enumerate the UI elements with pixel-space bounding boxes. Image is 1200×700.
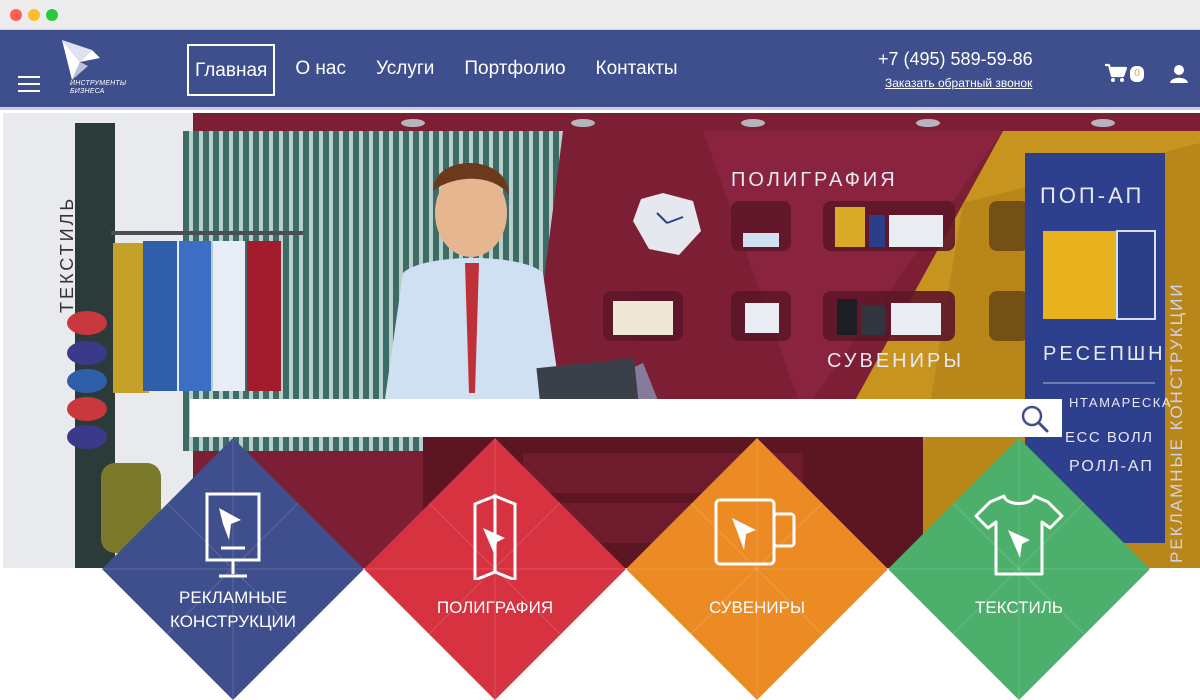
cart-button[interactable]: 0: [1104, 63, 1144, 83]
nav-item-contacts[interactable]: Контакты: [596, 44, 678, 96]
hero-word-souvenirs: СУВЕНИРЫ: [827, 350, 965, 372]
billboard-icon: [205, 492, 261, 578]
main-nav: Главная О нас Услуги Портфолио Контакты: [187, 44, 708, 96]
brand-logo[interactable]: ИНСТРУМЕНТЫ БИЗНЕСА: [58, 36, 158, 100]
category-souvenirs[interactable]: СУВЕНИРЫ: [626, 438, 888, 700]
user-account-button[interactable]: [1169, 64, 1189, 84]
logo-text: ИНСТРУМЕНТЫ БИЗНЕСА: [70, 80, 127, 95]
phone-number[interactable]: +7 (495) 589-59-86: [878, 49, 1033, 70]
hero-word-polygraphy: ПОЛИГРАФИЯ: [731, 169, 898, 191]
category-textile[interactable]: ТЕКСТИЛЬ: [888, 438, 1150, 700]
category-label: СУВЕНИРЫ: [708, 598, 806, 617]
window-minimize-button[interactable]: [28, 9, 40, 21]
search-input[interactable]: [190, 399, 1010, 437]
user-icon: [1170, 65, 1188, 83]
nav-item-portfolio[interactable]: Портфолио: [464, 44, 565, 96]
window-maximize-button[interactable]: [46, 9, 58, 21]
origami-bird-icon: [62, 40, 100, 80]
hero-word-textile: ТЕКСТИЛЬ: [57, 195, 77, 313]
browser-titlebar: [0, 0, 1200, 30]
tshirt-icon: [974, 494, 1064, 576]
booklet-icon: [473, 493, 517, 580]
site-header: ИНСТРУМЕНТЫ БИЗНЕСА Главная О нас Услуги…: [0, 30, 1200, 110]
nav-item-services[interactable]: Услуги: [376, 44, 434, 96]
mug-icon: [714, 498, 796, 566]
callback-link[interactable]: Заказать обратный звонок: [885, 76, 1032, 90]
hero-word-popup: ПОП-АП: [1040, 183, 1145, 208]
hero-word-reception: РЕСЕПШН: [1043, 343, 1166, 365]
hamburger-menu-icon[interactable]: [18, 76, 40, 94]
search-button[interactable]: [1020, 404, 1050, 434]
search-bar: [190, 399, 1062, 437]
category-label: РЕКЛАМНЫЕ КОНСТРУКЦИИ: [170, 588, 296, 631]
window-close-button[interactable]: [10, 9, 22, 21]
category-ad-structures[interactable]: РЕКЛАМНЫЕ КОНСТРУКЦИИ: [102, 438, 364, 700]
hero-word-ad-structures: РЕКЛАМНЫЕ КОНСТРУКЦИИ: [1167, 282, 1186, 563]
cart-icon: [1105, 63, 1128, 82]
category-label: ТЕКСТИЛЬ: [974, 598, 1064, 617]
category-label: ПОЛИГРАФИЯ: [436, 598, 554, 617]
nav-item-home[interactable]: Главная: [187, 44, 276, 96]
nav-item-about[interactable]: О нас: [295, 44, 346, 96]
search-icon: [1021, 405, 1049, 433]
hero-word-pantamaresca: НТАМАРЕСКА: [1069, 395, 1173, 410]
cart-count-badge: 0: [1130, 66, 1144, 82]
category-polygraphy[interactable]: ПОЛИГРАФИЯ: [364, 438, 626, 700]
